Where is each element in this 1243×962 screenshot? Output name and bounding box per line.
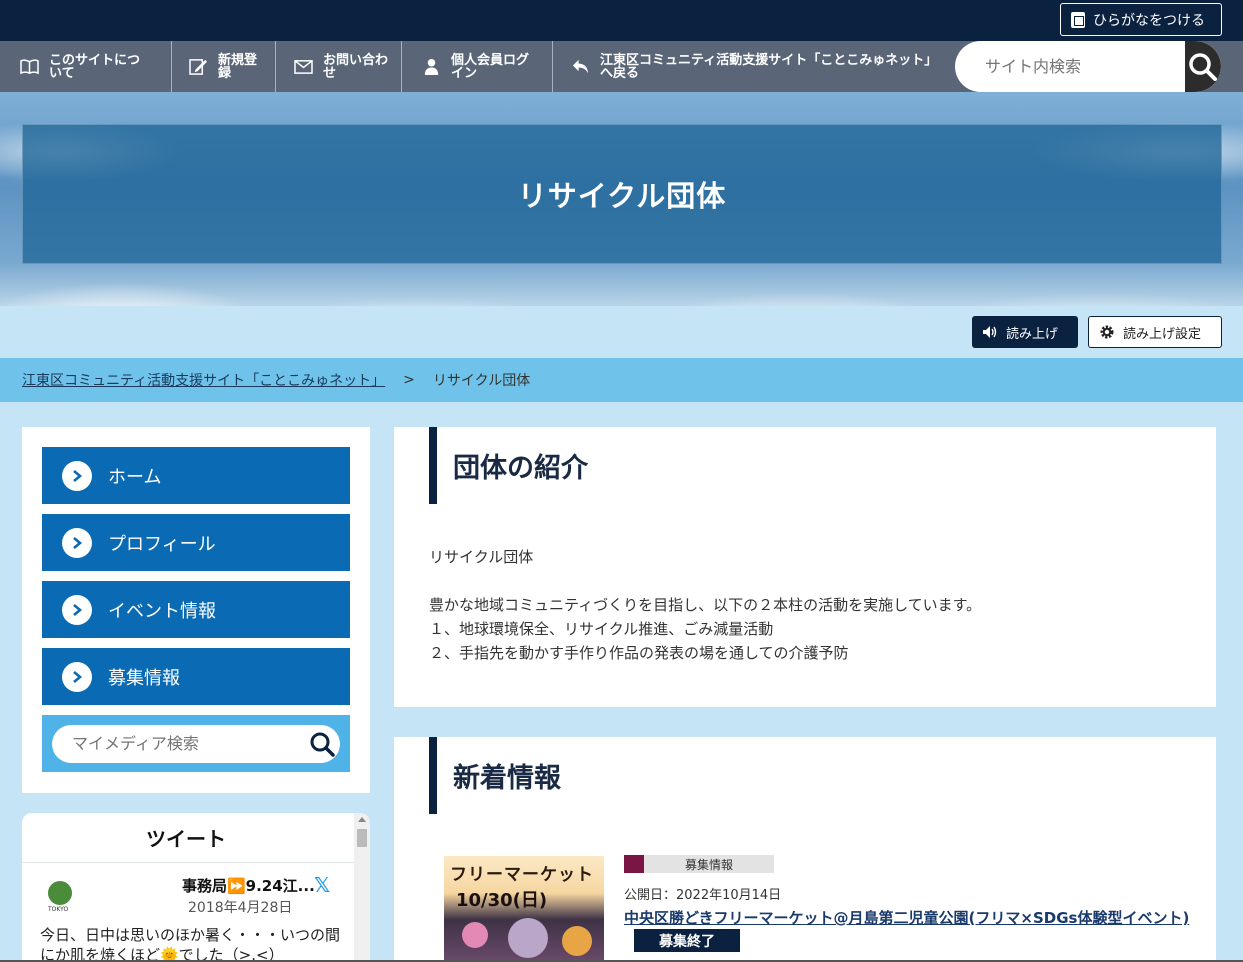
mail-icon [294, 60, 313, 74]
site-search-button[interactable] [1185, 41, 1221, 92]
my-media-search-pill [52, 724, 340, 763]
x-logo-icon[interactable]: 𝕏 [314, 873, 330, 897]
user-icon [424, 58, 439, 75]
site-search-input[interactable] [955, 41, 1185, 92]
twitter-timeline: ツイート TOKYO 事務局⏩9.24江... 𝕏 2018年4月28日 今日、… [22, 813, 370, 962]
gear-icon [1100, 325, 1114, 339]
top-bar: ひらがなをつける [0, 0, 1243, 41]
speaker-icon [983, 326, 997, 338]
edit-icon [189, 59, 207, 75]
news-card: 新着情報 フリーマーケット 10/30(日) 募集情報 公開日：2022年10月… [394, 737, 1216, 962]
scrollbar-thumb[interactable] [357, 829, 367, 847]
news-item-link[interactable]: 中央区勝どきフリーマーケット@月島第二児童公園(フリマ×SDGs体験型イベント) [624, 907, 1189, 928]
sidebar-item-label: イベント情報 [108, 600, 216, 622]
intro-body: リサイクル団体 豊かな地域コミュニティづくりを目指し、以下の２本柱の活動を実施し… [429, 545, 981, 665]
sidebar-item-profile[interactable]: プロフィール [42, 514, 350, 571]
page-title: リサイクル団体 [517, 179, 727, 213]
hiragana-button-label: ひらがなをつける [1093, 12, 1205, 29]
site-search [955, 41, 1221, 92]
tweet-text: 今日、日中は思いのほか暑く・・・いつの間にか肌を焼くほど🌞でした（>.<） [40, 926, 341, 962]
read-aloud-settings-button[interactable]: 読み上げ設定 [1088, 316, 1222, 348]
search-icon [1189, 52, 1217, 81]
news-thumbnail[interactable]: フリーマーケット 10/30(日) [444, 856, 604, 962]
nav-item-label: 江東区コミュニティ活動支援サイト「ことこみゅネット」へ戻る [600, 52, 938, 81]
tweet-date[interactable]: 2018年4月28日 [188, 897, 292, 917]
sidebar-item-events[interactable]: イベント情報 [42, 581, 350, 638]
sidebar-item-label: 募集情報 [108, 667, 180, 689]
thumbnail-text: フリーマーケット [450, 865, 594, 885]
book-icon [20, 59, 39, 75]
read-aloud-settings-label: 読み上げ設定 [1123, 326, 1202, 342]
intro-card: 団体の紹介 リサイクル団体 豊かな地域コミュニティづくりを目指し、以下の２本柱の… [394, 427, 1216, 707]
nav-item-register[interactable]: 新規登録 [172, 41, 276, 92]
decoration-blob [462, 922, 488, 948]
category-tag: 募集情報 [624, 855, 774, 873]
nav-item-label: 個人会員ログイン [451, 52, 530, 81]
return-icon [572, 59, 589, 74]
breadcrumb-home-link[interactable]: 江東区コミュニティ活動支援サイト「ことこみゅネット」 [22, 370, 385, 390]
sidebar-item-recruitment[interactable]: 募集情報 [42, 648, 350, 705]
sidebar-item-home[interactable]: ホーム [42, 447, 350, 504]
nav-item-back-to-portal[interactable]: 江東区コミュニティ活動支援サイト「ことこみゅネット」へ戻る [553, 41, 955, 92]
avatar[interactable] [48, 881, 72, 905]
breadcrumb: 江東区コミュニティ活動支援サイト「ことこみゅネット」 > リサイクル団体 [0, 358, 1243, 402]
intro-line: １、地球環境保全、リサイクル推進、ごみ減量活動 [429, 620, 774, 638]
nav-item-label: 新規登録 [218, 52, 258, 81]
nav-item-login[interactable]: 個人会員ログイン [402, 41, 553, 92]
hero-panel: リサイクル団体 [22, 124, 1222, 264]
sidebar-item-label: プロフィール [108, 533, 216, 555]
thumbnail-date: 10/30(日) [456, 890, 548, 911]
nav-item-label: お問い合わせ [323, 52, 389, 81]
category-swatch [624, 855, 644, 873]
ruby-icon [1071, 11, 1085, 28]
news-heading: 新着情報 [429, 737, 561, 814]
read-aloud-button[interactable]: 読み上げ [972, 316, 1078, 348]
chevron-right-icon [62, 527, 92, 558]
nav-item-label: このサイトについて [49, 52, 141, 81]
twitter-scrollbar[interactable] [354, 813, 370, 962]
intro-line: リサイクル団体 [429, 548, 534, 566]
my-media-search-input[interactable] [72, 734, 304, 753]
status-badge: 募集終了 [634, 929, 740, 952]
category-label: 募集情報 [644, 855, 774, 873]
hero-banner: リサイクル団体 [0, 92, 1243, 306]
search-icon [310, 732, 335, 757]
chevron-right-icon [62, 460, 92, 491]
read-aloud-label: 読み上げ [1006, 326, 1059, 342]
chevron-right-icon [62, 661, 92, 692]
my-media-search [42, 715, 350, 772]
intro-heading: 団体の紹介 [429, 427, 588, 504]
published-date: 公開日：2022年10月14日 [624, 888, 782, 903]
read-aloud-bar: 読み上げ 読み上げ設定 [0, 306, 1243, 358]
breadcrumb-separator: > [403, 372, 415, 388]
hiragana-button[interactable]: ひらがなをつける [1060, 3, 1222, 36]
breadcrumb-current: リサイクル団体 [432, 373, 531, 389]
decoration-blob [508, 918, 548, 958]
tweet-author[interactable]: 事務局⏩9.24江... [182, 875, 315, 896]
sidebar-item-label: ホーム [108, 466, 162, 488]
intro-line: 豊かな地域コミュニティづくりを目指し、以下の２本柱の活動を実施しています。 [429, 596, 982, 614]
twitter-header: ツイート [22, 813, 370, 863]
nav-item-contact[interactable]: お問い合わせ [276, 41, 402, 92]
decoration-blob [562, 926, 592, 956]
nav-item-about[interactable]: このサイトについて [0, 41, 172, 92]
intro-line: ２、手指先を動かす手作り作品の発表の場を通しての介護予防 [429, 644, 849, 662]
avatar-label: TOKYO [48, 906, 69, 913]
scroll-up-icon[interactable] [358, 817, 366, 822]
sidebar: ホーム プロフィール イベント情報 募集情報 [22, 427, 370, 793]
my-media-search-button[interactable] [304, 731, 340, 757]
intro-line [429, 569, 981, 593]
chevron-right-icon [62, 594, 92, 625]
global-nav: このサイトについて 新規登録 お問い合わせ 個人会員ログイン 江東区コミュニティ… [0, 41, 1243, 92]
